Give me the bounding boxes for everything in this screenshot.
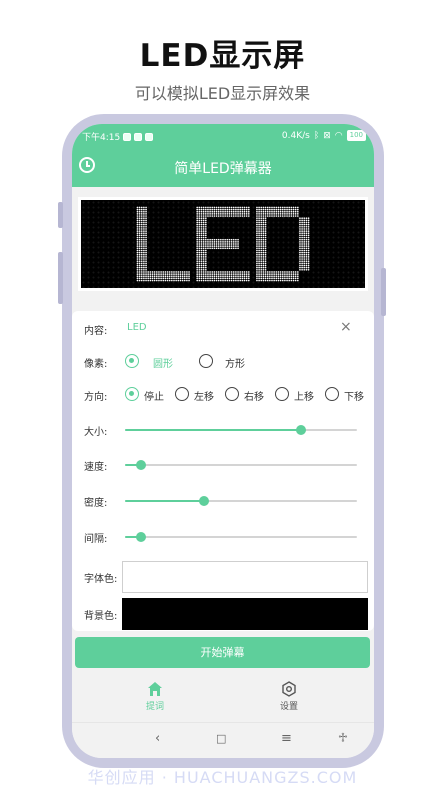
size-label: 大小: (84, 427, 108, 438)
direction-option-left[interactable]: 左移 (194, 388, 214, 403)
content-label: 内容: (84, 326, 108, 337)
density-slider[interactable] (125, 496, 357, 506)
promo-headline: LED显示屏 (139, 38, 306, 74)
bottom-nav: 提词 设置 (72, 675, 374, 719)
phone-side-button (381, 268, 386, 316)
phone-screen: 下午4:15 0.4K/s ᛒ ⊠ ◠ 100 简单LED弹幕器 内容: LED… (72, 124, 374, 758)
direction-radio-right[interactable] (225, 387, 239, 401)
pixel-radio-round[interactable] (125, 354, 139, 368)
status-time: 下午4:15 (82, 133, 121, 143)
spacing-slider-thumb[interactable] (136, 532, 147, 542)
home-icon (148, 682, 162, 696)
nav-item-prompter[interactable]: 提词 (125, 681, 185, 712)
menu-icon[interactable]: ≡ (281, 731, 292, 746)
spacing-label: 间隔: (84, 534, 108, 545)
back-icon[interactable]: ‹ (155, 731, 160, 746)
direction-option-down[interactable]: 下移 (344, 388, 364, 403)
start-danmaku-button[interactable]: 开始弹幕 (75, 637, 370, 668)
pixel-label: 像素: (84, 359, 108, 370)
accessibility-icon[interactable]: ♱ (338, 731, 348, 746)
direction-option-up[interactable]: 上移 (294, 388, 314, 403)
size-row: 大小: (72, 418, 374, 442)
bg-color-label: 背景色: (84, 611, 118, 622)
size-slider[interactable] (125, 425, 357, 435)
density-slider-fill (125, 500, 204, 502)
status-right: 0.4K/s ᛒ ⊠ ◠ 100 (282, 130, 366, 141)
content-input[interactable]: LED (127, 322, 147, 333)
status-left: 下午4:15 (82, 130, 154, 143)
content-row: 内容: LED × (72, 317, 374, 341)
notification-icon (134, 132, 143, 141)
phone-side-button (58, 202, 63, 228)
direction-radio-down[interactable] (325, 387, 339, 401)
density-label: 密度: (84, 498, 108, 509)
pixel-row: 像素: 圆形 方形 (72, 350, 374, 374)
nav-label-prompter: 提词 (145, 702, 164, 712)
spacing-slider[interactable] (125, 532, 357, 542)
density-row: 密度: (72, 489, 374, 513)
speed-slider[interactable] (125, 460, 357, 470)
led-preview-panel[interactable] (81, 200, 365, 288)
direction-radio-stop[interactable] (125, 387, 139, 401)
sim-icon: ⊠ (323, 130, 331, 141)
bg-color-swatch[interactable] (122, 598, 368, 630)
gear-icon (282, 681, 296, 697)
system-nav-bar: ‹ □ ≡ ♱ (72, 722, 374, 758)
notification-icon (145, 132, 154, 141)
wifi-icon: ◠ (334, 130, 343, 141)
direction-row: 方向: 停止 左移 右移 上移 下移 (72, 383, 374, 407)
size-slider-thumb[interactable] (296, 425, 307, 435)
direction-option-right[interactable]: 右移 (244, 388, 264, 403)
network-speed: 0.4K/s (281, 130, 310, 141)
nav-label-settings: 设置 (279, 702, 298, 712)
nav-item-settings[interactable]: 设置 (259, 681, 319, 712)
clear-icon[interactable]: × (340, 319, 352, 335)
spacing-row: 间隔: (72, 525, 374, 549)
led-preview-frame (78, 197, 368, 291)
font-color-label: 字体色: (84, 574, 118, 585)
speed-slider-thumb[interactable] (136, 460, 147, 470)
pixel-option-round[interactable]: 圆形 (153, 355, 173, 370)
speed-label: 速度: (84, 462, 108, 473)
home-square-icon[interactable]: □ (216, 732, 226, 745)
status-bar: 下午4:15 0.4K/s ᛒ ⊠ ◠ 100 (82, 130, 366, 144)
bg-color-row: 背景色: (72, 598, 374, 630)
density-slider-thumb[interactable] (198, 496, 209, 506)
phone-side-button (58, 252, 63, 304)
pixel-option-square[interactable]: 方形 (225, 355, 245, 370)
led-text-dots (136, 206, 310, 282)
bluetooth-icon: ᛒ (313, 130, 320, 141)
battery-icon: 100 (346, 130, 366, 141)
direction-label: 方向: (84, 392, 108, 403)
font-color-swatch[interactable] (122, 561, 368, 593)
size-slider-fill (125, 429, 302, 431)
direction-radio-up[interactable] (275, 387, 289, 401)
font-color-row: 字体色: (72, 561, 374, 593)
promo-subline: 可以模拟LED显示屏效果 (134, 84, 311, 103)
settings-card: 内容: LED × 像素: 圆形 方形 方向: 停止 左移 右移 上移 下移 大… (72, 311, 374, 631)
pixel-radio-square[interactable] (199, 354, 213, 368)
top-bar: 下午4:15 0.4K/s ᛒ ⊠ ◠ 100 简单LED弹幕器 (72, 124, 374, 187)
notification-icon (123, 132, 132, 141)
watermark: 华创应用 · HUACHUANGZS.COM (87, 768, 358, 787)
speed-row: 速度: (72, 453, 374, 477)
app-title: 简单LED弹幕器 (174, 161, 272, 177)
direction-option-stop[interactable]: 停止 (144, 388, 164, 403)
direction-radio-left[interactable] (175, 387, 189, 401)
